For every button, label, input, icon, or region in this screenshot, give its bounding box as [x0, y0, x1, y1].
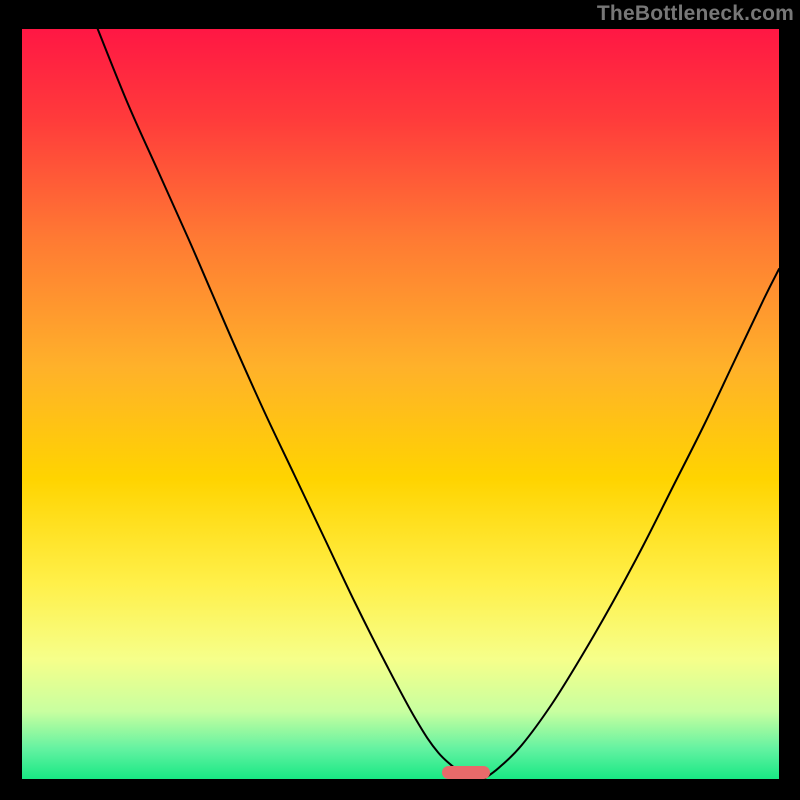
minimum-marker — [442, 766, 490, 779]
watermark-text: TheBottleneck.com — [597, 2, 794, 26]
curve-layer — [22, 29, 779, 779]
left-curve — [98, 29, 469, 779]
right-curve — [484, 269, 779, 779]
plot-area — [22, 29, 779, 779]
chart-frame: TheBottleneck.com — [0, 0, 800, 800]
